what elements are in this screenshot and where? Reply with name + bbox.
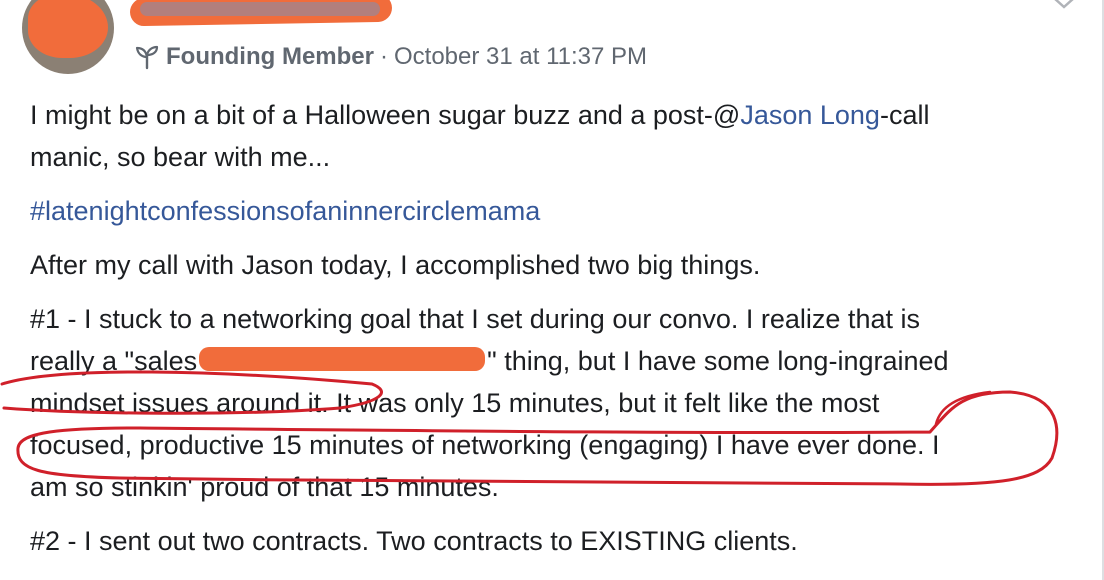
paragraph-5: #2 - I sent out two contracts. Two contr… [30,520,1080,562]
avatar-redaction [28,0,108,58]
post-meta: Founding Member · October 31 at 11:37 PM [134,43,647,71]
paragraph-1: I might be on a bit of a Halloween sugar… [30,94,1080,178]
sprout-icon [135,45,159,70]
post-card: Founding Member · October 31 at 11:37 PM… [0,0,1104,580]
post-body: I might be on a bit of a Halloween sugar… [30,94,1080,574]
chevron-down-icon[interactable] [1050,0,1078,14]
para4-line-1: #1 - I stuck to a networking goal that I… [30,304,920,334]
post-timestamp[interactable]: October 31 at 11:37 PM [394,43,647,71]
avatar[interactable] [22,0,114,74]
paragraph-2: #latenightconfessionsofaninnercirclemama [30,190,1080,232]
para4-line-4: focused, productive 15 minutes of networ… [30,430,940,460]
paragraph-4: #1 - I stuck to a networking goal that I… [30,298,1080,508]
para1-text-end: -call [879,100,930,130]
para1-text-start: I might be on a bit of a Halloween sugar… [30,100,741,130]
mention-link[interactable]: Jason Long [740,100,880,130]
meta-separator: · [379,43,388,70]
para4-line-5: am so stinkin' proud of that 15 minutes. [30,472,499,502]
para4-line-3: mindset issues around it. It was only 15… [30,388,880,418]
founding-member-badge[interactable]: Founding Member [166,43,374,71]
text-redaction [199,346,486,371]
paragraph-3: After my call with Jason today, I accomp… [30,244,1080,286]
para4-line-2-end: " thing, but I have some long-ingrained [487,346,949,376]
para4-line-2-start: really a "sales [30,346,198,376]
para1-line-2: manic, so bear with me... [30,142,331,172]
para5-text: #2 - I sent out two contracts. Two contr… [30,526,798,556]
hashtag-link[interactable]: #latenightconfessionsofaninnercirclemama [30,196,540,226]
para3-text: After my call with Jason today, I accomp… [30,250,761,280]
author-name-redaction-underlay [140,2,380,16]
